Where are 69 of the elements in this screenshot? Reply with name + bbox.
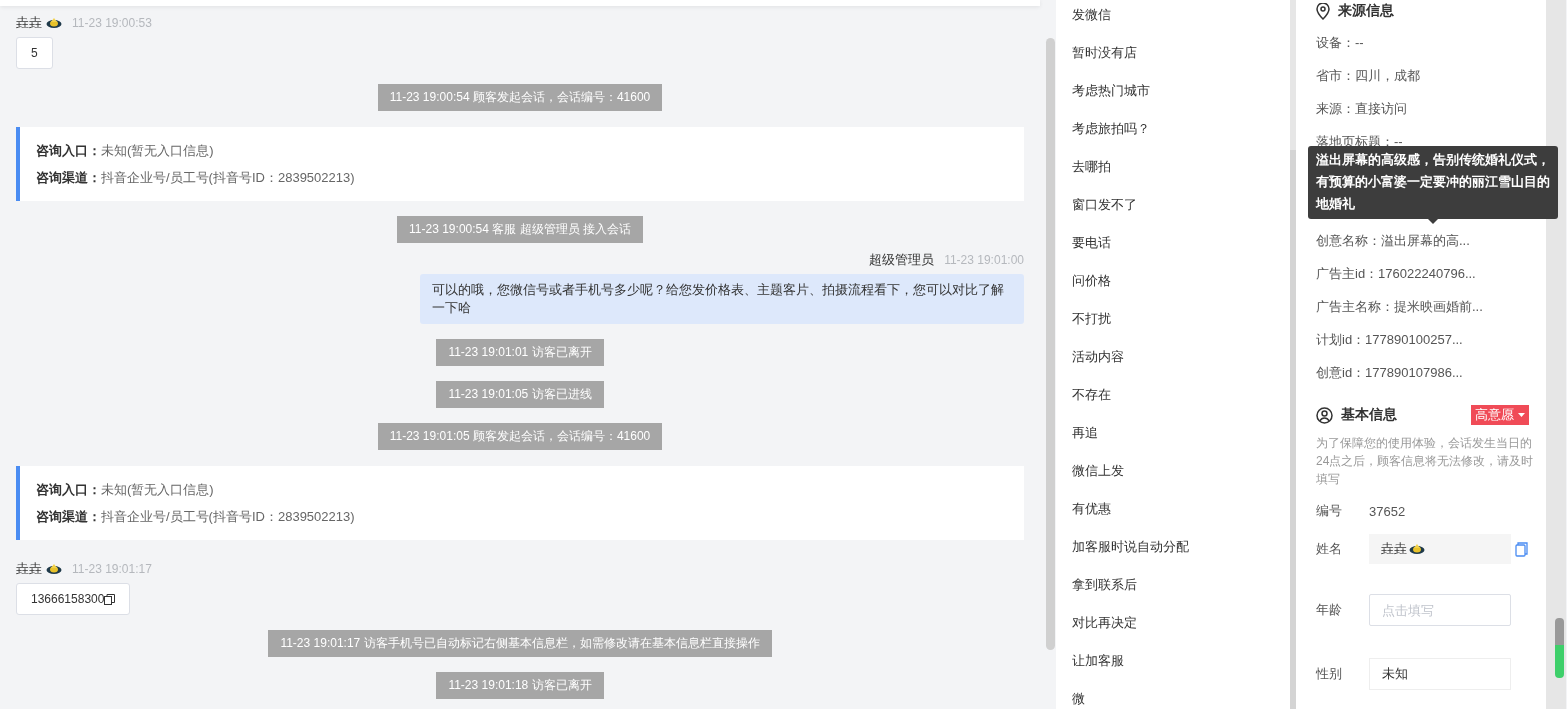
message-bubble: 13666158300 [16,583,131,615]
info-row-text: 创意名称：溢出屏幕的高... [1316,231,1471,250]
quick-reply-item[interactable]: 问价格 [1056,262,1290,300]
info-row-text: 广告主名称：提米映画婚前... [1316,297,1484,316]
info-row-text: 来源：直接访问 [1316,99,1408,118]
field-label: 编号 [1316,502,1343,520]
quick-reply-item[interactable]: 不打扰 [1056,300,1290,338]
quick-reply-item[interactable]: 活动内容 [1056,338,1290,376]
message-time: 11-23 19:01:17 [72,562,152,576]
copy-icon[interactable] [104,593,116,605]
age-input[interactable]: 点击填写 [1369,594,1511,626]
quick-reply-item[interactable]: 发微信 [1056,0,1290,34]
message-bubble: 5 [16,37,53,69]
field-label: 性别 [1316,665,1343,683]
entry-line: 咨询入口：未知(暂无入口信息) [36,142,215,160]
scrollbar[interactable] [1046,38,1055,650]
section-title: 来源信息 [1338,2,1394,20]
info-row-text: 设备：-- [1316,33,1365,52]
quick-reply-item[interactable]: 再追 [1056,414,1290,452]
info-row-text: 计划id：177890100257... [1316,330,1464,349]
notice-text: 为了保障您的使用体验，会话发生当日的24点之后，顾客信息将无法修改，请及时填写 [1316,435,1535,488]
quick-reply-item[interactable]: 考虑热门城市 [1056,72,1290,110]
caret-icon [1518,413,1525,417]
quick-reply-item[interactable]: 考虑旅拍吗？ [1056,110,1290,148]
info-row-text: 广告主id：176022240796... [1316,264,1477,283]
system-notice: 11-23 19:01:17 访客手机号已自动标记右侧基本信息栏，如需修改请在基本信息栏直接操作 [268,630,772,657]
system-notice: 11-23 19:01:05 顾客发起会话，会话编号：41600 [377,423,663,450]
field-label: 年龄 [1316,601,1343,619]
emoji-icon [46,17,62,29]
field-label: 姓名 [1316,540,1343,558]
sender-name: 超级管理员 [869,251,935,269]
intent-dropdown[interactable]: 高意愿 [1471,405,1529,425]
channel-line: 咨询渠道：抖音企业号/员工号(抖音号ID：2839502213) [36,508,356,526]
message-time: 11-23 19:00:53 [72,16,152,30]
tooltip-pointer [1428,219,1438,224]
message-time: 11-23 19:01:00 [944,253,1024,267]
system-notice: 11-23 19:01:18 访客已离开 [436,672,604,699]
sender-name: 垚垚 [16,14,42,32]
system-notice: 11-23 19:01:05 访客已进线 [436,381,604,408]
quick-reply-item[interactable]: 拿到联系后 [1056,566,1290,604]
user-icon [1316,406,1333,424]
quick-reply-item[interactable]: 微 [1056,680,1290,709]
emoji-icon [1409,543,1425,555]
quick-reply-item[interactable]: 暂时没有店 [1056,34,1290,72]
section-title: 基本信息 [1341,406,1397,424]
quick-reply-item[interactable]: 对比再决定 [1056,604,1290,642]
system-notice: 11-23 19:00:54 顾客发起会话，会话编号：41600 [377,84,663,111]
channel-line: 咨询渠道：抖音企业号/员工号(抖音号ID：2839502213) [36,169,356,187]
info-row-text: 省市：四川，成都 [1316,66,1421,85]
quick-reply-item[interactable]: 窗口发不了 [1056,186,1290,224]
quick-reply-item[interactable]: 要电话 [1056,224,1290,262]
message-bubble: 可以的哦，您微信号或者手机号多少呢？给您发价格表、主题客片、拍摄流程看下，您可以对比了解一下哈 [420,274,1024,324]
quick-reply-item[interactable]: 加客服时说自动分配 [1056,528,1290,566]
quick-reply-item[interactable]: 不存在 [1056,376,1290,414]
system-notice: 11-23 19:00:54 客服 超级管理员 接入会话 [397,216,643,243]
info-row-text: 创意id：177890107986... [1316,363,1464,382]
system-notice: 11-23 19:01:01 访客已离开 [436,339,604,366]
field-value: 37652 [1369,503,1406,519]
scrollbar[interactable] [1555,618,1564,678]
entry-line: 咨询入口：未知(暂无入口信息) [36,481,215,499]
quick-reply-item[interactable]: 微信上发 [1056,452,1290,490]
sender-name: 垚垚 [16,560,42,578]
quick-reply-item[interactable]: 有优惠 [1056,490,1290,528]
name-field[interactable]: 垚垚 [1369,534,1511,564]
quick-reply-item[interactable]: 让加客服 [1056,642,1290,680]
gender-select[interactable]: 未知 [1369,658,1511,690]
location-pin-icon [1316,2,1330,20]
quick-reply-item[interactable]: 去哪拍 [1056,148,1290,186]
emoji-icon [46,563,62,575]
